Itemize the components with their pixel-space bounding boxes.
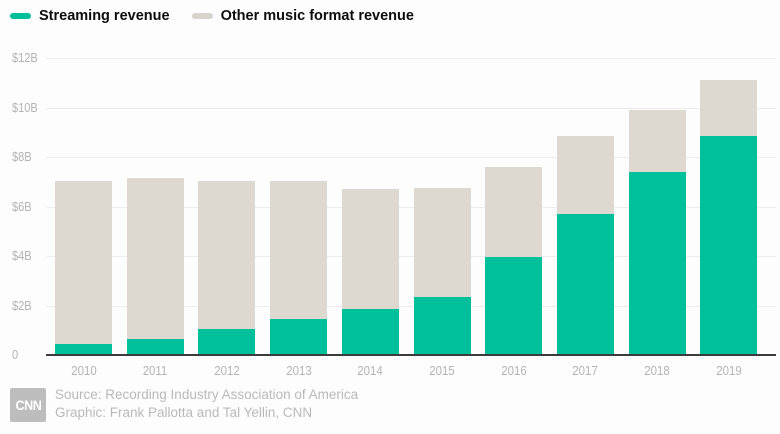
bar-other-2017 bbox=[557, 136, 614, 214]
x-tick-label-2016: 2016 bbox=[501, 363, 527, 378]
legend-label-other: Other music format revenue bbox=[220, 8, 414, 24]
bar-streaming-2018 bbox=[629, 172, 686, 355]
legend-swatch-other-icon bbox=[191, 13, 213, 19]
cnn-logo: CNN bbox=[10, 388, 46, 422]
x-tick-label-2019: 2019 bbox=[716, 363, 742, 378]
bar-other-2014 bbox=[342, 189, 399, 309]
y-tick-label-6b: $6B bbox=[12, 199, 32, 214]
legend-item-streaming: Streaming revenue bbox=[10, 8, 170, 24]
footer-credit: Graphic: Frank Pallotta and Tal Yellin, … bbox=[55, 405, 313, 420]
y-tick-label-2b: $2B bbox=[12, 298, 32, 313]
y-tick-label-12b: $12B bbox=[12, 50, 38, 65]
x-tick-label-2012: 2012 bbox=[214, 363, 240, 378]
bar-streaming-2017 bbox=[557, 214, 614, 355]
x-tick-label-2015: 2015 bbox=[429, 363, 455, 378]
legend: Streaming revenue Other music format reve… bbox=[10, 6, 436, 26]
bar-other-2015 bbox=[414, 188, 471, 297]
bar-other-2018 bbox=[629, 110, 686, 172]
x-tick-label-2011: 2011 bbox=[142, 363, 168, 378]
x-tick-label-2018: 2018 bbox=[644, 363, 670, 378]
legend-item-other: Other music format revenue bbox=[191, 8, 414, 24]
gridline-10b bbox=[46, 108, 776, 109]
gridline-12b bbox=[46, 58, 776, 59]
footer-source: Source: Recording Industry Association o… bbox=[55, 387, 359, 402]
bar-streaming-2011 bbox=[127, 339, 184, 355]
y-tick-label-4b: $4B bbox=[12, 248, 32, 263]
y-tick-label-10b: $10B bbox=[12, 100, 38, 115]
bar-other-2013 bbox=[270, 181, 327, 320]
bar-streaming-2012 bbox=[198, 329, 255, 355]
x-tick-label-2017: 2017 bbox=[572, 363, 598, 378]
x-tick-label-2010: 2010 bbox=[71, 363, 97, 378]
bar-streaming-2013 bbox=[270, 319, 327, 355]
y-tick-label-0b: 0 bbox=[12, 347, 19, 362]
bar-other-2010 bbox=[55, 181, 112, 344]
bar-other-2012 bbox=[198, 181, 255, 330]
bar-other-2016 bbox=[485, 167, 542, 257]
cnn-logo-text: CNN bbox=[15, 397, 41, 413]
x-tick-label-2014: 2014 bbox=[357, 363, 383, 378]
x-tick-label-2013: 2013 bbox=[286, 363, 312, 378]
legend-label-streaming: Streaming revenue bbox=[39, 8, 170, 24]
legend-swatch-streaming-icon bbox=[10, 13, 31, 19]
bar-streaming-2015 bbox=[414, 297, 471, 355]
bar-streaming-2014 bbox=[342, 309, 399, 355]
y-tick-label-8b: $8B bbox=[12, 149, 32, 164]
chart-canvas: Streaming revenue Other music format reve… bbox=[0, 0, 780, 434]
bar-other-2019 bbox=[700, 80, 757, 136]
bar-streaming-2016 bbox=[485, 257, 542, 355]
bar-streaming-2019 bbox=[700, 136, 757, 355]
x-axis-line bbox=[46, 354, 776, 356]
bar-other-2011 bbox=[127, 178, 184, 339]
